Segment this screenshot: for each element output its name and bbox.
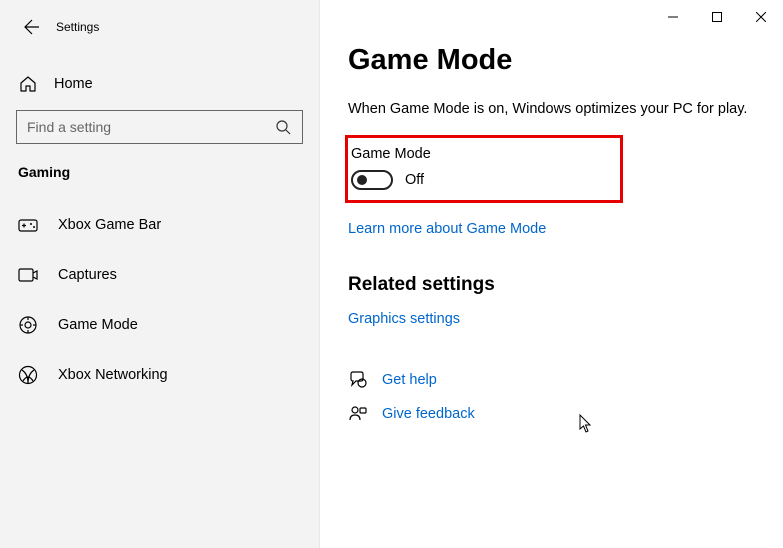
nav-label: Xbox Networking [58,367,168,383]
titlebar: Settings [0,10,319,44]
give-feedback-row[interactable]: Give feedback [348,404,755,424]
home-nav[interactable]: Home [0,64,319,104]
toggle-label: Game Mode [348,146,610,162]
search-icon [274,118,292,136]
graphics-settings-link[interactable]: Graphics settings [348,311,460,327]
page-title: Game Mode [348,44,755,77]
category-header: Gaming [0,144,319,192]
page-description: When Game Mode is on, Windows optimizes … [348,101,755,117]
back-arrow-icon [24,19,40,35]
captures-icon [18,265,38,285]
nav-label: Xbox Game Bar [58,217,161,233]
close-icon [756,12,766,22]
game-bar-icon [18,215,38,235]
nav-label: Game Mode [58,317,138,333]
nav-label: Captures [58,267,117,283]
close-button[interactable] [739,0,783,34]
game-mode-icon [18,315,38,335]
nav-item-game-mode[interactable]: Game Mode [0,300,319,350]
toggle-knob [357,175,367,185]
give-feedback-link[interactable]: Give feedback [382,406,475,422]
search-container [0,104,319,144]
maximize-icon [712,12,722,22]
feedback-icon [348,404,368,424]
window-title: Settings [56,20,99,34]
related-settings-title: Related settings [348,274,755,296]
window-controls [651,0,783,34]
toggle-state: Off [405,172,424,188]
toggle-row: Off [348,170,610,190]
home-label: Home [54,76,93,92]
nav-item-xbox-game-bar[interactable]: Xbox Game Bar [0,200,319,250]
highlight-annotation: Game Mode Off [345,135,623,203]
nav-item-xbox-networking[interactable]: Xbox Networking [0,350,319,400]
game-mode-toggle[interactable] [351,170,393,190]
main-content: Game Mode When Game Mode is on, Windows … [320,0,783,548]
home-icon [18,74,38,94]
nav-list: Xbox Game Bar Captures Game Mode Xbox Ne… [0,200,319,400]
get-help-row[interactable]: Get help [348,370,755,390]
minimize-button[interactable] [651,0,695,34]
learn-more-link[interactable]: Learn more about Game Mode [348,221,546,237]
get-help-link[interactable]: Get help [382,372,437,388]
xbox-icon [18,365,38,385]
sidebar: Settings Home Gaming Xbox Game Bar [0,0,320,548]
nav-item-captures[interactable]: Captures [0,250,319,300]
help-icon [348,370,368,390]
maximize-button[interactable] [695,0,739,34]
minimize-icon [668,12,678,22]
search-input[interactable] [27,119,274,135]
search-box[interactable] [16,110,303,144]
back-button[interactable] [16,11,48,43]
settings-window: Settings Home Gaming Xbox Game Bar [0,0,783,548]
